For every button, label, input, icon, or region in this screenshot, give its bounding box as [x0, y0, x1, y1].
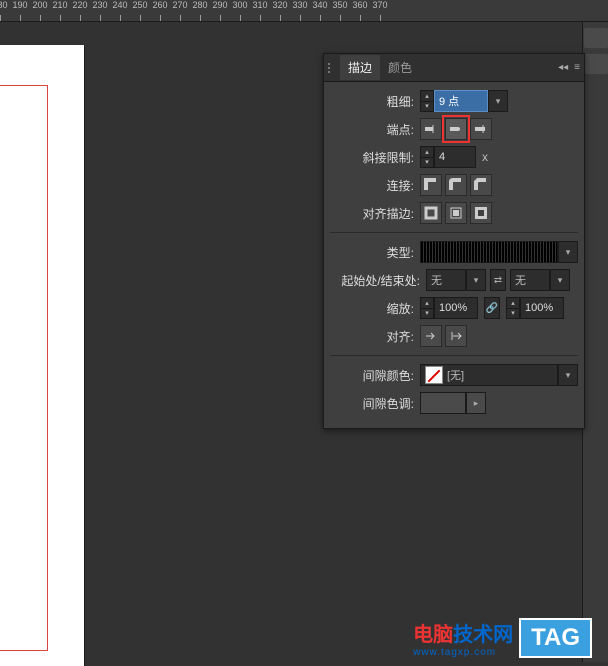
scale-row: 缩放: ▴▾ 100% 🔗 ▴▾ 100%: [330, 295, 578, 321]
align-center-button[interactable]: [420, 202, 442, 224]
miter-input[interactable]: 4: [434, 146, 476, 168]
drag-grip-icon[interactable]: [328, 58, 336, 78]
start-select[interactable]: 无: [426, 269, 466, 291]
ruler-tick-label: 330: [292, 0, 307, 10]
weight-dropdown[interactable]: ▾: [488, 90, 508, 112]
gapcolor-select[interactable]: [无]: [420, 364, 558, 386]
dock-icon[interactable]: [584, 28, 608, 48]
gapcolor-value: [无]: [447, 367, 464, 383]
ruler-tick-label: 360: [352, 0, 367, 10]
align-outside-button[interactable]: [470, 202, 492, 224]
cap-label: 端点:: [330, 121, 420, 138]
gapcolor-label: 间隙颜色:: [330, 367, 420, 384]
gaptone-input: [420, 392, 466, 414]
miter-suffix: x: [476, 150, 488, 164]
type-dropdown[interactable]: ▾: [558, 241, 578, 263]
none-swatch-icon: [425, 366, 443, 384]
align2-row: 对齐:: [330, 323, 578, 349]
watermark-tag: TAG: [519, 618, 592, 658]
end-select[interactable]: 无: [510, 269, 550, 291]
align-inside-button[interactable]: [445, 202, 467, 224]
ruler-tick-label: 200: [32, 0, 47, 10]
ruler-tick-label: 340: [312, 0, 327, 10]
arrow-align-a-button[interactable]: [420, 325, 442, 347]
ruler-tick-label: 300: [232, 0, 247, 10]
ruler-tick-label: 230: [92, 0, 107, 10]
type-label: 类型:: [330, 244, 420, 261]
ruler-tick-label: 240: [112, 0, 127, 10]
gaptone-label: 间隙色调:: [330, 395, 420, 412]
weight-input[interactable]: 9 点: [434, 90, 488, 112]
watermark: 电脑技术网 www.tagxp.com TAG: [413, 618, 592, 658]
tab-stroke[interactable]: 描边: [340, 55, 380, 80]
scale-b-input[interactable]: 100%: [520, 297, 564, 319]
cap-butt-button[interactable]: [420, 118, 442, 140]
scale-a-stepper[interactable]: ▴▾: [420, 297, 434, 319]
tab-color[interactable]: 颜色: [380, 55, 420, 80]
end-dropdown[interactable]: ▾: [550, 269, 570, 291]
ruler-horizontal: 180 190 200 210 220 230 240 250 260 270 280 290 300 3…: [0, 0, 608, 22]
join-miter-button[interactable]: [420, 174, 442, 196]
watermark-text: 电脑技术网: [413, 618, 513, 647]
scale-b-stepper[interactable]: ▴▾: [506, 297, 520, 319]
startend-row: 起始处/结束处: 无 ▾ ⇄ 无 ▾: [330, 267, 578, 293]
ruler-tick-label: 270: [172, 0, 187, 10]
ruler-tick-label: 290: [212, 0, 227, 10]
join-row: 连接:: [330, 172, 578, 198]
cap-projecting-button[interactable]: [470, 118, 492, 140]
join-label: 连接:: [330, 177, 420, 194]
scale-link-button[interactable]: 🔗: [484, 297, 500, 319]
align-stroke-label: 对齐描边:: [330, 205, 420, 222]
miter-stepper[interactable]: ▴▾: [420, 146, 434, 168]
arrow-align-b-button[interactable]: [445, 325, 467, 347]
startend-label: 起始处/结束处:: [330, 272, 426, 289]
weight-stepper[interactable]: ▴▾: [420, 90, 434, 112]
separator: [330, 232, 578, 233]
panel-menu-icon[interactable]: ≡: [574, 62, 580, 73]
weight-row: 粗细: ▴▾ 9 点 ▾: [330, 88, 578, 114]
ruler-tick-label: 210: [52, 0, 67, 10]
right-dock: [582, 22, 608, 662]
miter-label: 斜接限制:: [330, 149, 420, 166]
scale-a-input[interactable]: 100%: [434, 297, 478, 319]
align2-label: 对齐:: [330, 328, 420, 345]
ruler-tick-label: 370: [372, 0, 387, 10]
type-row: 类型: ▾: [330, 239, 578, 265]
ruler-tick-label: 190: [12, 0, 27, 10]
ruler-tick-label: 310: [252, 0, 267, 10]
align-stroke-row: 对齐描边:: [330, 200, 578, 226]
separator: [330, 355, 578, 356]
gaptone-dropdown: ▸: [466, 392, 486, 414]
gapcolor-row: 间隙颜色: [无] ▾: [330, 362, 578, 388]
ruler-tick-label: 350: [332, 0, 347, 10]
scale-label: 缩放:: [330, 300, 420, 317]
join-round-button[interactable]: [445, 174, 467, 196]
ruler-tick-label: 250: [132, 0, 147, 10]
ruler-tick-label: 180: [0, 0, 8, 10]
ruler-tick-label: 260: [152, 0, 167, 10]
swap-button[interactable]: ⇄: [490, 269, 506, 291]
cap-row: 端点:: [330, 116, 578, 142]
miter-row: 斜接限制: ▴▾ 4 x: [330, 144, 578, 170]
gapcolor-dropdown[interactable]: ▾: [558, 364, 578, 386]
start-dropdown[interactable]: ▾: [466, 269, 486, 291]
collapse-icon[interactable]: ◂◂: [558, 62, 568, 73]
weight-label: 粗细:: [330, 93, 420, 110]
ruler-tick-label: 320: [272, 0, 287, 10]
ruler-tick-label: 220: [72, 0, 87, 10]
dock-icon[interactable]: [584, 54, 608, 74]
watermark-url: www.tagxp.com: [413, 647, 513, 658]
stroke-panel: 描边 颜色 ◂◂ ≡ 粗细: ▴▾ 9 点 ▾ 端点:: [323, 53, 585, 429]
artboard-edge: [0, 85, 48, 651]
type-preview[interactable]: [420, 241, 558, 263]
panel-tabs: 描边 颜色 ◂◂ ≡: [324, 54, 584, 82]
gaptone-row: 间隙色调: ▸: [330, 390, 578, 416]
cap-round-button[interactable]: [445, 118, 467, 140]
join-bevel-button[interactable]: [470, 174, 492, 196]
ruler-tick-label: 280: [192, 0, 207, 10]
